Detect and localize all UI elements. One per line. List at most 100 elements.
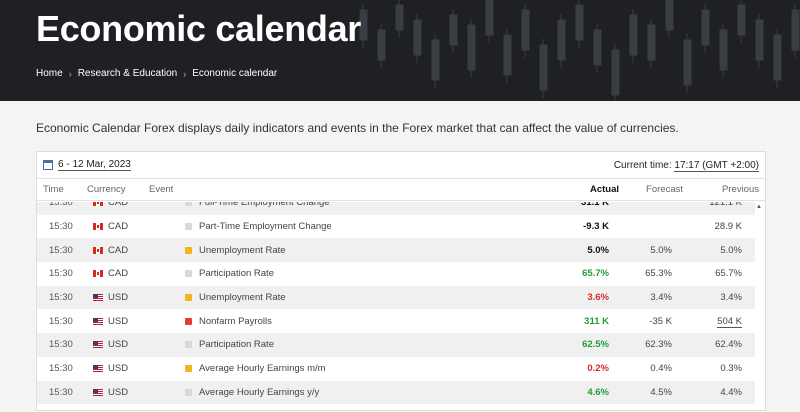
event-previous[interactable]: 504 K xyxy=(672,315,742,328)
us-flag-icon xyxy=(93,365,103,373)
us-flag-icon xyxy=(93,294,103,302)
event-name-cell[interactable]: Part-Time Employment Change xyxy=(149,221,547,232)
event-time: 15:30 xyxy=(49,202,73,209)
candle-body xyxy=(377,29,386,61)
event-actual: 4.6% xyxy=(587,386,609,398)
chevron-right-icon: › xyxy=(68,68,72,79)
breadcrumb: Home › Research & Education › Economic c… xyxy=(36,68,277,79)
event-name[interactable]: Part-Time Employment Change xyxy=(199,221,332,232)
event-previous: 5.0% xyxy=(672,245,742,256)
candle-body xyxy=(737,4,746,36)
date-range-picker[interactable]: 6 - 12 Mar, 2023 xyxy=(43,159,131,171)
candle-body xyxy=(701,9,710,46)
candle-body xyxy=(413,19,422,56)
event-time: 15:30 xyxy=(49,386,73,398)
table-row[interactable]: 15:30 CAD Participation Rate 65.7% 65.3% 65.7… xyxy=(37,262,755,286)
event-name-cell[interactable]: Nonfarm Payrolls xyxy=(149,316,547,327)
candle-body xyxy=(665,0,674,31)
col-currency: Currency xyxy=(87,184,126,195)
event-name[interactable]: Participation Rate xyxy=(199,268,274,279)
event-actual: 311 K xyxy=(584,315,609,327)
previous-value[interactable]: 504 K xyxy=(717,315,742,328)
event-name-cell[interactable]: Unemployment Rate xyxy=(149,292,547,303)
event-currency: CAD xyxy=(93,221,149,232)
candle-body xyxy=(575,4,584,41)
event-name[interactable]: Unemployment Rate xyxy=(199,292,286,303)
candle-body xyxy=(431,39,440,81)
candle-body xyxy=(485,0,494,36)
table-row[interactable]: 15:30 USD Nonfarm Payrolls 311 K -35 K 504 K xyxy=(37,309,755,333)
calendar-panel: 6 - 12 Mar, 2023 Current time: 17:17 (GM… xyxy=(36,151,766,411)
timezone-selector[interactable]: 17:17 (GMT +2:00) xyxy=(674,159,759,172)
currency-code: CAD xyxy=(108,268,129,280)
table-row[interactable]: 15:30 USD Participation Rate 62.5% 62.3% 62.4… xyxy=(37,333,755,357)
event-currency: USD xyxy=(93,292,149,303)
event-actual: 31.1 K xyxy=(581,202,609,209)
event-time: 15:30 xyxy=(49,244,73,256)
previous-value: 121.1 K xyxy=(709,202,742,209)
previous-value: 0.3% xyxy=(720,363,742,375)
event-previous: 62.4% xyxy=(672,339,742,350)
previous-value: 65.7% xyxy=(715,268,742,280)
scroll-up-arrow-icon[interactable]: ▲ xyxy=(756,204,762,210)
event-time: 15:30 xyxy=(49,268,73,280)
previous-value: 62.4% xyxy=(715,339,742,351)
events-table[interactable]: 15:30 CAD Full-Time Employment Change 31.1 … xyxy=(37,202,755,412)
event-name[interactable]: Nonfarm Payrolls xyxy=(199,316,272,327)
canada-flag-icon xyxy=(93,223,103,231)
previous-value: 28.9 K xyxy=(714,221,742,233)
event-time: 15:30 xyxy=(49,292,73,304)
currency-code: CAD xyxy=(108,202,129,209)
event-name[interactable]: Full-Time Employment Change xyxy=(199,202,330,208)
event-time: 15:30 xyxy=(49,363,73,375)
importance-indicator-icon xyxy=(185,202,192,207)
us-flag-icon xyxy=(93,317,103,325)
candle-body xyxy=(593,29,602,66)
table-row[interactable]: 15:30 CAD Full-Time Employment Change 31.1 … xyxy=(37,202,755,215)
candle-body xyxy=(449,14,458,46)
previous-value: 5.0% xyxy=(720,244,742,256)
table-row[interactable]: 15:30 CAD Unemployment Rate 5.0% 5.0% 5.0% xyxy=(37,238,755,263)
canada-flag-icon xyxy=(93,202,103,207)
event-name-cell[interactable]: Average Hourly Earnings m/m xyxy=(149,363,547,374)
event-name[interactable]: Average Hourly Earnings y/y xyxy=(199,387,319,398)
currency-code: USD xyxy=(108,386,129,398)
event-time: 15:30 xyxy=(49,339,73,351)
date-range-value[interactable]: 6 - 12 Mar, 2023 xyxy=(58,159,131,171)
event-name[interactable]: Average Hourly Earnings m/m xyxy=(199,363,326,374)
event-name-cell[interactable]: Average Hourly Earnings y/y xyxy=(149,387,547,398)
us-flag-icon xyxy=(93,341,103,349)
breadcrumb-home[interactable]: Home xyxy=(36,68,63,79)
importance-indicator-icon xyxy=(185,246,192,254)
event-forecast: 5.0% xyxy=(650,244,672,256)
importance-indicator-icon xyxy=(185,223,192,231)
event-name-cell[interactable]: Participation Rate xyxy=(149,339,547,350)
event-name-cell[interactable]: Participation Rate xyxy=(149,268,547,279)
event-name[interactable]: Participation Rate xyxy=(199,339,274,350)
event-actual: 65.7% xyxy=(582,268,609,280)
table-row[interactable]: 15:30 USD Average Hourly Earnings y/y 4.6% 4… xyxy=(37,380,755,405)
table-row[interactable]: 15:30 CAD Part-Time Employment Change -9.3 … xyxy=(37,215,755,239)
event-previous: 4.4% xyxy=(672,387,742,398)
candle-body xyxy=(791,9,800,51)
breadcrumb-research[interactable]: Research & Education xyxy=(78,68,178,79)
candle-body xyxy=(719,29,728,71)
event-forecast: 3.4% xyxy=(650,292,672,304)
event-name-cell[interactable]: Full-Time Employment Change xyxy=(149,202,547,208)
current-time-label: Current time: xyxy=(613,159,672,171)
col-time: Time xyxy=(43,184,64,195)
canada-flag-icon xyxy=(93,246,103,254)
table-row[interactable]: 15:30 USD Average Hourly Earnings m/m 0.2% 0… xyxy=(37,357,755,381)
currency-code: USD xyxy=(108,315,129,327)
event-currency: USD xyxy=(93,316,149,327)
page-title: Economic calendar xyxy=(36,8,362,49)
event-actual: 5.0% xyxy=(587,244,609,256)
table-row[interactable]: 15:30 USD Unemployment Rate 3.6% 3.4% 3.4% xyxy=(37,285,755,310)
event-name-cell[interactable]: Unemployment Rate xyxy=(149,245,547,256)
event-actual: -9.3 K xyxy=(583,221,609,233)
event-time: 15:30 xyxy=(49,221,73,233)
event-name[interactable]: Unemployment Rate xyxy=(199,245,286,256)
candle-body xyxy=(647,24,656,61)
canada-flag-icon xyxy=(93,270,103,278)
event-actual: 3.6% xyxy=(587,292,609,304)
